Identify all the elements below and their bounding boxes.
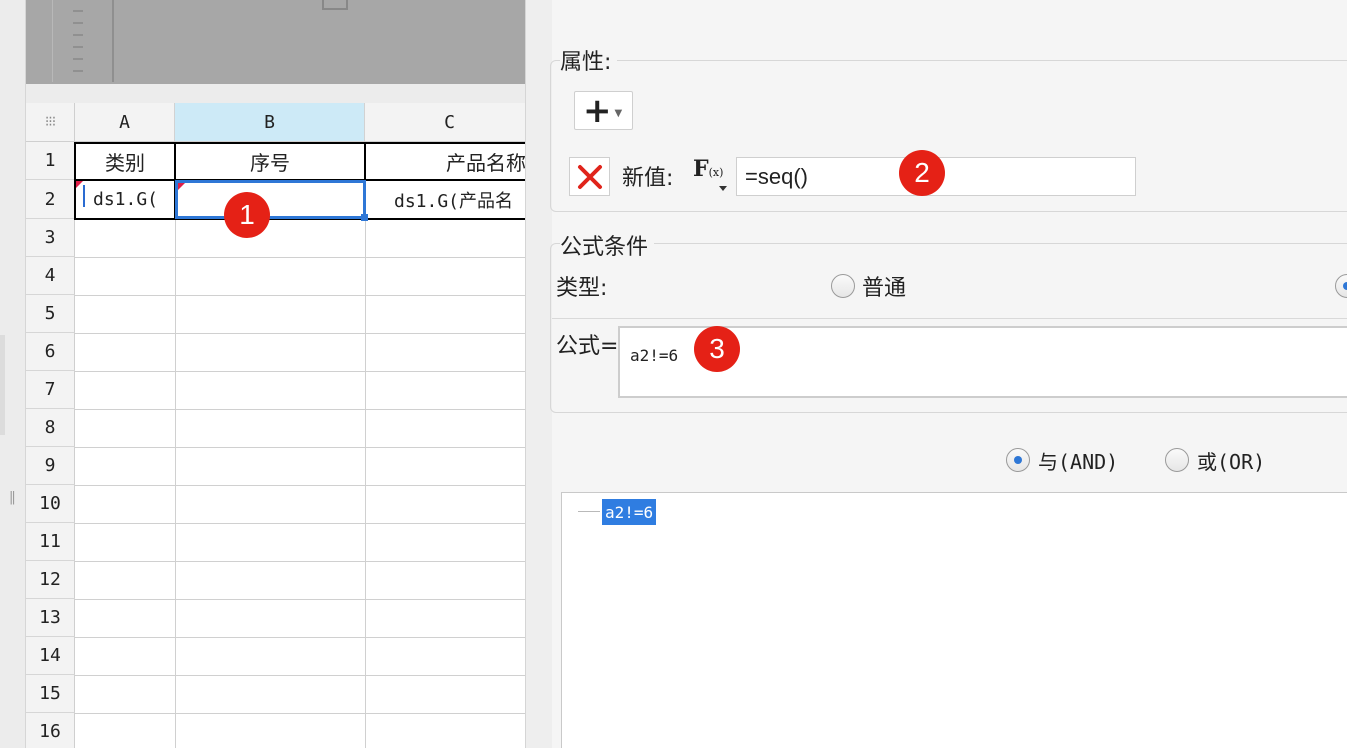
spreadsheet-grid[interactable]: ⁝⁝⁝ A B C 1 2 3 4 5 6 7 8 9 10 11 12 13 … xyxy=(26,103,525,748)
panel-resize-grip-icon[interactable]: || xyxy=(9,490,16,505)
vertical-ruler xyxy=(52,0,114,82)
expand-flag-icon xyxy=(76,181,83,188)
select-all-corner-icon[interactable]: ⁝⁝⁝ xyxy=(26,103,75,142)
logic-and-radio[interactable] xyxy=(1006,448,1030,472)
row-header-9[interactable]: 9 xyxy=(26,447,75,485)
tree-connector xyxy=(578,511,600,512)
step-badge-2: 2 xyxy=(899,150,945,196)
row-header-6[interactable]: 6 xyxy=(26,333,75,371)
row-header-13[interactable]: 13 xyxy=(26,599,75,637)
properties-panel: 属性: + ▼ 新值: F(x) =seq() 公式条件 类型: 普通 公式= … xyxy=(550,0,1347,748)
step-badge-1: 1 xyxy=(224,192,270,238)
type-normal-radio[interactable] xyxy=(831,274,855,298)
formula-condition-label: 公式条件 xyxy=(560,229,655,261)
column-header-a[interactable]: A xyxy=(75,103,175,142)
cell-b1[interactable]: 序号 xyxy=(176,144,364,179)
formula-fx-icon[interactable]: F(x) xyxy=(693,156,727,191)
type-label: 类型: xyxy=(556,276,608,301)
row-header-16[interactable]: 16 xyxy=(26,713,75,748)
formula-label: 公式= xyxy=(556,334,619,359)
step-badge-3: 3 xyxy=(694,326,740,372)
plus-icon: + xyxy=(583,90,612,131)
row-header-2[interactable]: 2 xyxy=(26,180,75,219)
new-value-label: 新值: xyxy=(622,166,674,191)
logic-and-label: 与(AND) xyxy=(1038,450,1119,474)
left-side-strip: || xyxy=(0,0,26,748)
logic-or-label: 或(OR) xyxy=(1197,450,1266,474)
row-header-4[interactable]: 4 xyxy=(26,257,75,295)
row-header-7[interactable]: 7 xyxy=(26,371,75,409)
row-header-5[interactable]: 5 xyxy=(26,295,75,333)
chevron-down-icon xyxy=(719,186,727,191)
logic-or-radio[interactable] xyxy=(1165,448,1189,472)
row-header-1[interactable]: 1 xyxy=(26,142,75,180)
row-header-14[interactable]: 14 xyxy=(26,637,75,675)
strip-marker xyxy=(0,335,5,435)
report-designer-canvas xyxy=(26,0,525,84)
selected-cell-outline[interactable] xyxy=(175,180,368,221)
panel-divider[interactable] xyxy=(525,0,552,748)
condition-tree[interactable]: a2!=6 xyxy=(561,492,1347,748)
properties-label: 属性: xyxy=(560,44,618,76)
fill-handle[interactable] xyxy=(361,214,368,221)
cell-a2[interactable]: ds1.G( xyxy=(76,181,174,218)
expand-down-arrow-icon xyxy=(83,185,85,207)
column-header-b[interactable]: B xyxy=(175,103,365,142)
row-header-8[interactable]: 8 xyxy=(26,409,75,447)
type-normal-label: 普通 xyxy=(862,276,907,301)
delete-property-button[interactable] xyxy=(569,157,610,196)
canvas-resize-handle[interactable] xyxy=(322,0,348,10)
cell-c2[interactable]: ds1.G(产品名 xyxy=(366,181,525,218)
cell-a1[interactable]: 类别 xyxy=(76,144,174,179)
row-header-11[interactable]: 11 xyxy=(26,523,75,561)
add-property-button[interactable]: + ▼ xyxy=(574,91,633,130)
close-icon xyxy=(577,164,602,189)
row-header-10[interactable]: 10 xyxy=(26,485,75,523)
sheet-gap xyxy=(26,84,525,103)
cell-c1[interactable]: 产品名称 xyxy=(366,144,525,179)
column-header-c[interactable]: C xyxy=(365,103,525,142)
tree-node-selected[interactable]: a2!=6 xyxy=(602,499,657,525)
row-header-3[interactable]: 3 xyxy=(26,219,75,257)
row-header-15[interactable]: 15 xyxy=(26,675,75,713)
row-header-12[interactable]: 12 xyxy=(26,561,75,599)
chevron-down-icon: ▼ xyxy=(614,108,623,119)
